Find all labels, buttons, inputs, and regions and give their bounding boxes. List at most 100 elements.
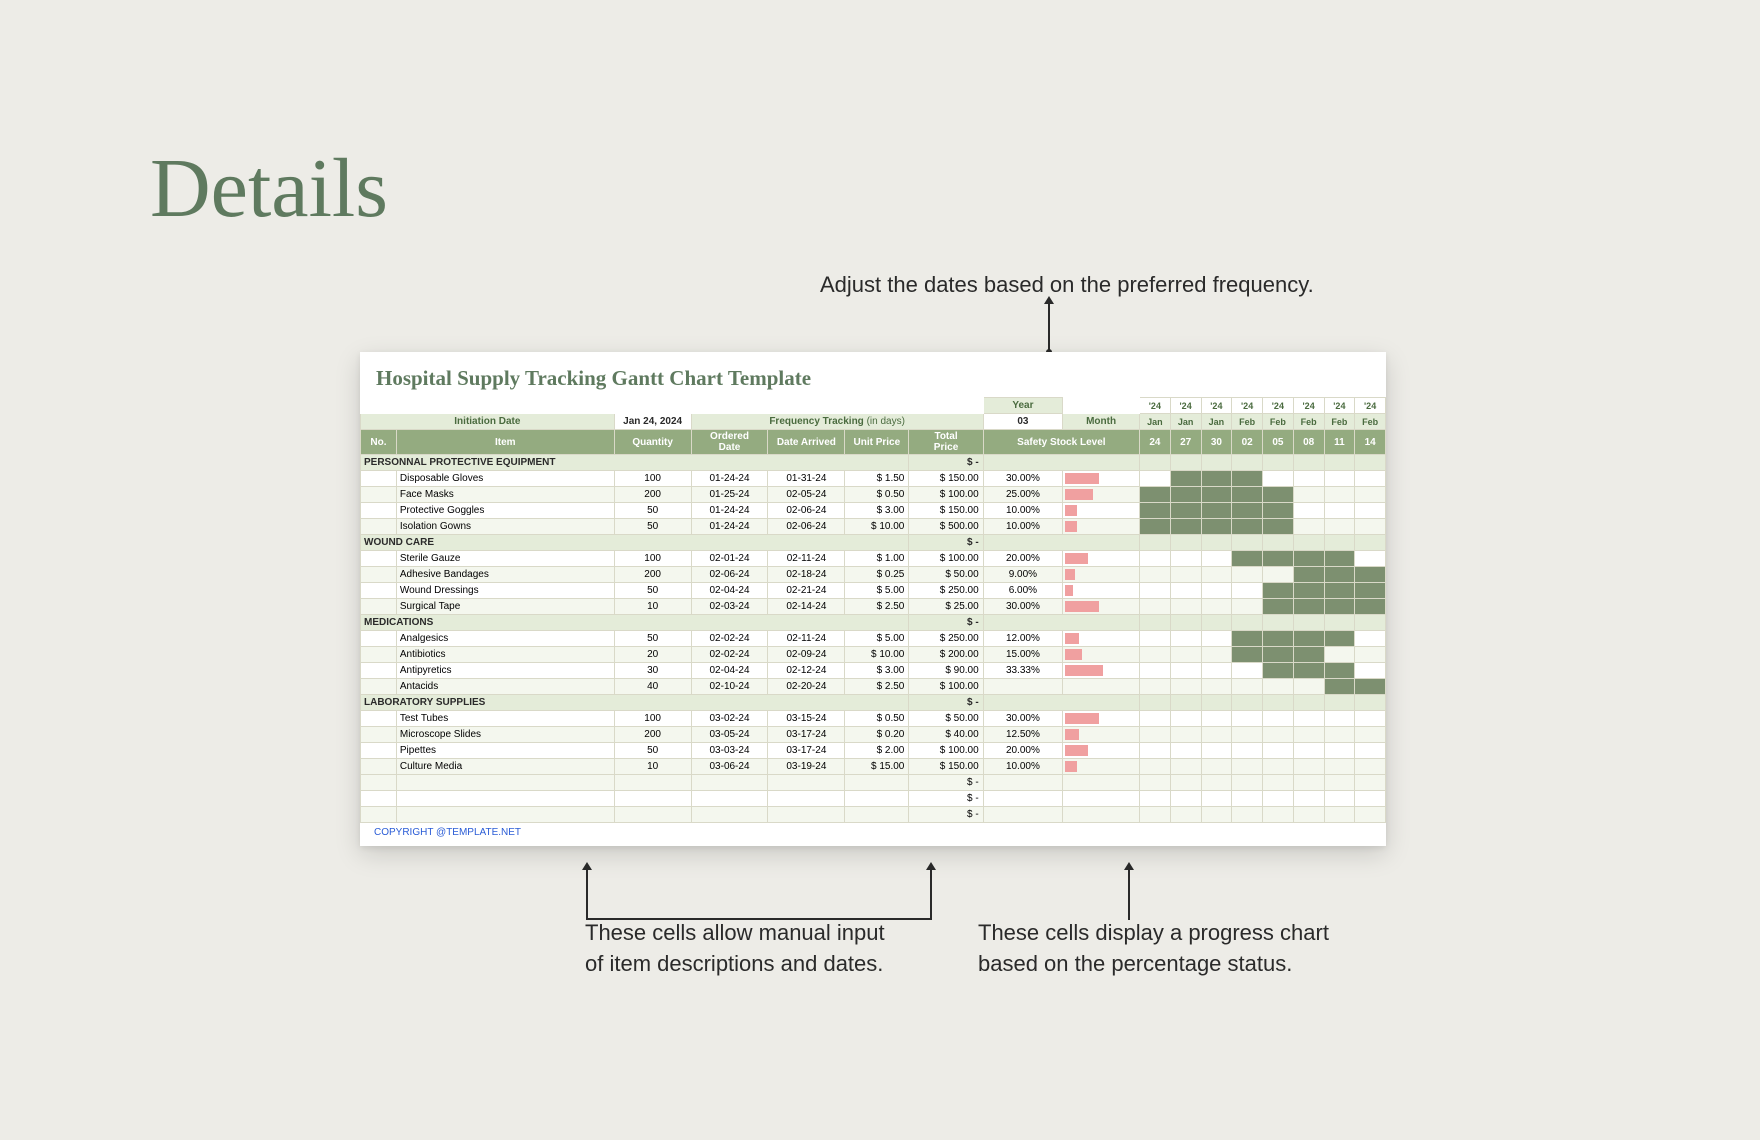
date-arrived[interactable]: 02-11-24 — [768, 631, 845, 647]
item-name[interactable]: Antibiotics — [396, 647, 614, 663]
unit-price[interactable]: $ 1.50 — [845, 471, 909, 487]
item-name[interactable] — [396, 791, 614, 807]
item-qty[interactable]: 200 — [614, 727, 691, 743]
item-name[interactable]: Analgesics — [396, 631, 614, 647]
unit-price[interactable]: $ 2.50 — [845, 599, 909, 615]
item-name[interactable]: Wound Dressings — [396, 583, 614, 599]
item-name[interactable]: Sterile Gauze — [396, 551, 614, 567]
date-arrived[interactable]: 03-17-24 — [768, 743, 845, 759]
ordered-date[interactable]: 01-24-24 — [691, 503, 768, 519]
item-qty[interactable]: 50 — [614, 743, 691, 759]
item-qty[interactable]: 20 — [614, 647, 691, 663]
item-qty[interactable]: 50 — [614, 631, 691, 647]
ordered-date[interactable]: 02-10-24 — [691, 679, 768, 695]
date-arrived[interactable]: 03-19-24 — [768, 759, 845, 775]
unit-price[interactable]: $ 3.00 — [845, 663, 909, 679]
item-qty[interactable]: 50 — [614, 503, 691, 519]
unit-price[interactable]: $ 3.00 — [845, 503, 909, 519]
date-arrived[interactable]: 03-17-24 — [768, 727, 845, 743]
ordered-date[interactable]: 03-02-24 — [691, 711, 768, 727]
spreadsheet-card: Hospital Supply Tracking Gantt Chart Tem… — [360, 352, 1386, 846]
item-qty[interactable]: 100 — [614, 551, 691, 567]
ordered-date[interactable]: 02-04-24 — [691, 663, 768, 679]
total-price: $ 100.00 — [909, 743, 983, 759]
item-name[interactable]: Face Masks — [396, 487, 614, 503]
item-qty[interactable]: 30 — [614, 663, 691, 679]
item-qty[interactable]: 50 — [614, 519, 691, 535]
item-name[interactable]: Culture Media — [396, 759, 614, 775]
unit-price[interactable]: $ 0.50 — [845, 711, 909, 727]
date-arrived[interactable]: 02-06-24 — [768, 503, 845, 519]
item-name[interactable]: Pipettes — [396, 743, 614, 759]
date-arrived[interactable]: 03-15-24 — [768, 711, 845, 727]
date-arrived[interactable]: 02-20-24 — [768, 679, 845, 695]
gantt-cell — [1201, 599, 1232, 615]
initiation-date-value[interactable]: Jan 24, 2024 — [614, 414, 691, 430]
item-name[interactable]: Microscope Slides — [396, 727, 614, 743]
row-no — [361, 759, 397, 775]
gantt-cell — [1293, 583, 1324, 599]
gantt-cell — [1201, 663, 1232, 679]
item-qty[interactable]: 100 — [614, 471, 691, 487]
ordered-date[interactable]: 01-24-24 — [691, 519, 768, 535]
date-arrived[interactable]: 02-14-24 — [768, 599, 845, 615]
item-name[interactable]: Protective Goggles — [396, 503, 614, 519]
gantt-cell — [1170, 759, 1201, 775]
item-name[interactable]: Surgical Tape — [396, 599, 614, 615]
unit-price[interactable]: $ 0.25 — [845, 567, 909, 583]
gantt-cell — [1263, 583, 1294, 599]
item-qty[interactable]: 40 — [614, 679, 691, 695]
item-qty[interactable]: 100 — [614, 711, 691, 727]
item-qty[interactable]: 50 — [614, 583, 691, 599]
item-qty[interactable]: 200 — [614, 567, 691, 583]
date-arrived[interactable]: 02-12-24 — [768, 663, 845, 679]
item-name[interactable]: Disposable Gloves — [396, 471, 614, 487]
unit-price[interactable]: $ 5.00 — [845, 583, 909, 599]
item-name[interactable] — [396, 775, 614, 791]
unit-price[interactable]: $ 2.00 — [845, 743, 909, 759]
item-name[interactable] — [396, 807, 614, 823]
item-name[interactable]: Test Tubes — [396, 711, 614, 727]
ordered-date[interactable]: 02-04-24 — [691, 583, 768, 599]
ordered-date[interactable]: 02-03-24 — [691, 599, 768, 615]
unit-price[interactable]: $ 10.00 — [845, 519, 909, 535]
date-arrived[interactable]: 02-06-24 — [768, 519, 845, 535]
ordered-date[interactable]: 03-05-24 — [691, 727, 768, 743]
gantt-cell — [1140, 743, 1171, 759]
unit-price[interactable]: $ 0.50 — [845, 487, 909, 503]
item-name[interactable]: Adhesive Bandages — [396, 567, 614, 583]
gantt-cell — [1140, 727, 1171, 743]
item-qty[interactable]: 200 — [614, 487, 691, 503]
date-arrived[interactable]: 02-09-24 — [768, 647, 845, 663]
unit-price[interactable]: $ 0.20 — [845, 727, 909, 743]
unit-price[interactable]: $ 5.00 — [845, 631, 909, 647]
ordered-date[interactable]: 02-01-24 — [691, 551, 768, 567]
date-arrived[interactable]: 02-21-24 — [768, 583, 845, 599]
ordered-date[interactable]: 01-25-24 — [691, 487, 768, 503]
ordered-date[interactable]: 03-03-24 — [691, 743, 768, 759]
ordered-date[interactable]: 01-24-24 — [691, 471, 768, 487]
date-arrived[interactable]: 02-05-24 — [768, 487, 845, 503]
date-arrived[interactable]: 01-31-24 — [768, 471, 845, 487]
item-qty[interactable]: 10 — [614, 759, 691, 775]
frequency-value[interactable]: 03 — [983, 414, 1062, 430]
ordered-date[interactable]: 03-06-24 — [691, 759, 768, 775]
item-name[interactable]: Isolation Gowns — [396, 519, 614, 535]
ordered-date[interactable]: 02-06-24 — [691, 567, 768, 583]
date-arrived[interactable]: 02-11-24 — [768, 551, 845, 567]
item-name[interactable]: Antipyretics — [396, 663, 614, 679]
day-cell: 11 — [1324, 430, 1355, 455]
total-price: $ 100.00 — [909, 487, 983, 503]
unit-price[interactable]: $ 15.00 — [845, 759, 909, 775]
item-name[interactable]: Antacids — [396, 679, 614, 695]
safety-stock-pct: 10.00% — [983, 759, 1062, 775]
unit-price[interactable]: $ 2.50 — [845, 679, 909, 695]
date-arrived[interactable]: 02-18-24 — [768, 567, 845, 583]
item-qty[interactable]: 10 — [614, 599, 691, 615]
unit-price[interactable]: $ 10.00 — [845, 647, 909, 663]
ordered-date[interactable]: 02-02-24 — [691, 647, 768, 663]
ordered-date[interactable]: 02-02-24 — [691, 631, 768, 647]
frequency-label: Frequency Tracking (in days) — [691, 414, 983, 430]
unit-price[interactable]: $ 1.00 — [845, 551, 909, 567]
row-no — [361, 519, 397, 535]
